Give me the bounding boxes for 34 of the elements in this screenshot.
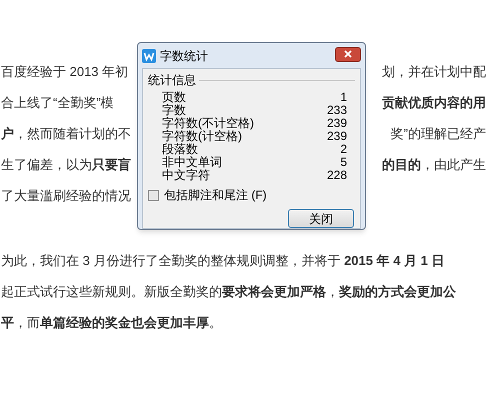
document-text: 户，然而随着计划的不 bbox=[1, 124, 131, 143]
document-text: 生了偏差，以为只要盲 bbox=[1, 156, 131, 174]
close-button[interactable] bbox=[335, 46, 361, 62]
close-icon bbox=[344, 50, 352, 58]
stat-label: 字符数(不计空格) bbox=[162, 116, 254, 128]
stat-value: 233 bbox=[326, 104, 347, 116]
app-logo-icon bbox=[142, 49, 156, 63]
stat-label: 字符数(计空格) bbox=[162, 130, 242, 142]
document-text: 划，并在计划中配 bbox=[382, 62, 486, 81]
stat-label: 字数 bbox=[162, 104, 186, 116]
document-text: 为此，我们在 3 月份进行了全勤奖的整体规则调整，并将于 2015 年 4 月 1 日 bbox=[1, 252, 445, 270]
document-text: 了大量滥刷经验的情况 bbox=[1, 186, 131, 205]
document-text: 百度经验于 2013 年初 bbox=[1, 62, 128, 81]
document-text: 奖”的理解已经产 bbox=[390, 124, 486, 143]
stat-value: 239 bbox=[326, 130, 347, 142]
section-label: 统计信息 bbox=[148, 72, 196, 89]
document-text: 起正式试行这些新规则。新版全勤奖的要求将会更加严格，奖励的方式会更加公 bbox=[1, 282, 456, 301]
stat-label: 中文字符 bbox=[162, 168, 210, 180]
stat-label: 段落数 bbox=[162, 142, 198, 154]
stat-value: 239 bbox=[326, 116, 347, 128]
dialog-title: 字数统计 bbox=[160, 48, 208, 65]
document-text: 合上线了“全勤奖”模 bbox=[1, 94, 114, 112]
close-dialog-button[interactable]: 关闭 bbox=[288, 209, 354, 228]
stat-value: 228 bbox=[326, 168, 347, 180]
checkbox-label: 包括脚注和尾注 (F) bbox=[164, 187, 267, 204]
document-text: 贡献优质内容的用 bbox=[382, 94, 486, 112]
stat-label: 非中文单词 bbox=[162, 156, 222, 168]
stat-value: 2 bbox=[340, 142, 347, 154]
stat-label: 页数 bbox=[162, 90, 186, 102]
document-text: 平，而单篇经验的奖金也会更加丰厚。 bbox=[1, 314, 222, 332]
document-text: 的目的，由此产生 bbox=[382, 156, 486, 174]
stat-value: 5 bbox=[340, 156, 347, 168]
stat-value: 1 bbox=[340, 90, 347, 102]
checkbox[interactable] bbox=[148, 190, 159, 200]
